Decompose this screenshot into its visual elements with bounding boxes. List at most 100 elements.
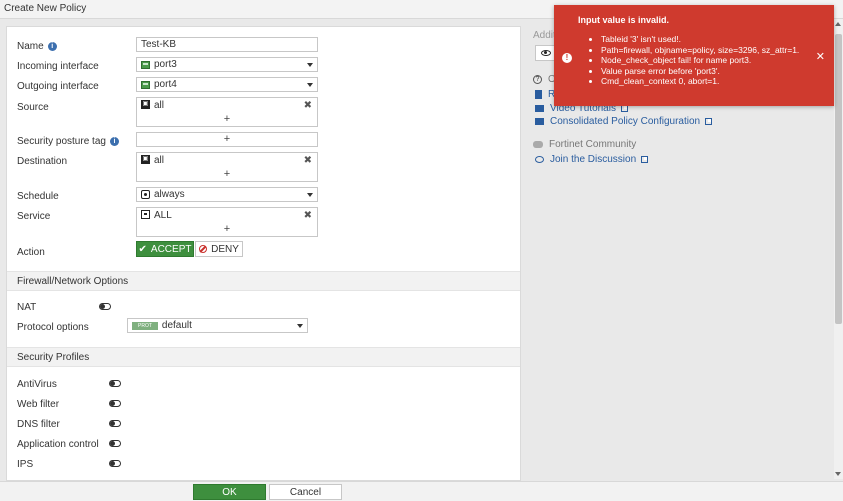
web-filter-row: Web filter: [17, 396, 59, 412]
destination-field[interactable]: ▣ all ✖ +: [136, 152, 318, 182]
chevron-down-icon: [307, 83, 313, 87]
external-link-icon: [620, 105, 628, 112]
destination-value: all: [154, 155, 165, 166]
remove-icon[interactable]: ✖: [304, 100, 312, 111]
footer-bar: OK Cancel: [0, 481, 843, 501]
action-label: Action: [17, 246, 45, 258]
application-control-toggle[interactable]: [109, 440, 121, 447]
outgoing-interface-row: Outgoing interface: [17, 78, 99, 94]
service-icon: [141, 210, 150, 219]
incoming-interface-select[interactable]: port3: [136, 57, 318, 72]
schedule-label: Schedule: [17, 190, 59, 202]
application-control-row: Application control: [17, 436, 99, 452]
protocol-options-row: Protocol options: [17, 319, 89, 335]
community-heading-text: Fortinet Community: [549, 139, 637, 150]
policy-form: Name i Test-KB Incoming interface port3 …: [6, 26, 521, 481]
error-line: Tableid '3' isn't used!.: [601, 34, 817, 45]
chevron-down-icon: [297, 324, 303, 328]
error-icon: !: [562, 53, 572, 63]
eye-icon: [541, 50, 551, 56]
nat-row: NAT: [17, 299, 36, 315]
help-heading: ? O: [533, 74, 556, 85]
antivirus-toggle[interactable]: [109, 380, 121, 387]
service-row: Service: [17, 208, 50, 224]
external-link-icon: [641, 156, 649, 163]
join-discussion-text[interactable]: Join the Discussion: [550, 154, 636, 165]
add-icon[interactable]: +: [224, 223, 230, 235]
chevron-down-icon: [307, 63, 313, 67]
service-label: Service: [17, 210, 51, 222]
action-row: Action: [17, 244, 45, 260]
incoming-interface-value: port3: [154, 59, 177, 70]
additional-info-heading: Addit: [533, 30, 556, 41]
source-row: Source: [17, 99, 49, 115]
info-icon[interactable]: i: [47, 41, 57, 51]
destination-label: Destination: [17, 155, 68, 167]
add-icon[interactable]: +: [224, 168, 230, 180]
check-icon: ✔: [138, 243, 147, 255]
dns-filter-row: DNS filter: [17, 416, 60, 432]
error-toast-title: Input value is invalid.: [578, 15, 670, 25]
chevron-down-icon: [307, 193, 313, 197]
consolidated-policy-link[interactable]: Consolidated Policy Configuration: [535, 116, 713, 127]
deny-button[interactable]: DENY: [195, 241, 243, 257]
book-icon: [535, 90, 542, 99]
service-field[interactable]: ALL ✖ +: [136, 207, 318, 237]
address-icon: ▣: [141, 155, 150, 164]
name-label: Name: [17, 40, 44, 52]
protocol-badge: PROT: [132, 321, 158, 330]
name-input[interactable]: Test-KB: [136, 37, 318, 52]
schedule-value: always: [154, 189, 185, 200]
error-line: Cmd_clean_context 0, abort=1.: [601, 76, 817, 87]
add-icon[interactable]: +: [224, 113, 230, 125]
error-line: Node_check_object fail! for name port3.: [601, 55, 817, 66]
ips-toggle[interactable]: [109, 460, 121, 467]
external-link-icon: [705, 118, 713, 125]
accept-button[interactable]: ✔ ACCEPT: [136, 241, 194, 257]
dns-filter-toggle[interactable]: [109, 420, 121, 427]
nat-label: NAT: [17, 301, 37, 313]
consolidated-policy-text[interactable]: Consolidated Policy Configuration: [550, 116, 700, 127]
antivirus-label: AntiVirus: [17, 378, 57, 390]
scrollbar-thumb[interactable]: [835, 34, 842, 324]
remove-icon[interactable]: ✖: [304, 210, 312, 221]
web-filter-toggle[interactable]: [109, 400, 121, 407]
security-profiles-header: Security Profiles: [7, 347, 520, 367]
video-icon: [535, 105, 544, 112]
close-icon[interactable]: ✕: [816, 50, 825, 63]
security-posture-row: Security posture tag i: [17, 133, 119, 149]
remove-icon[interactable]: ✖: [304, 155, 312, 166]
chat-icon: [535, 156, 544, 163]
web-filter-label: Web filter: [17, 398, 60, 410]
protocol-options-value: default: [161, 320, 192, 331]
community-heading: Fortinet Community: [533, 139, 636, 150]
outgoing-interface-select[interactable]: port4: [136, 77, 318, 92]
dns-filter-label: DNS filter: [17, 418, 60, 430]
scroll-up-icon[interactable]: [835, 22, 841, 26]
documentation-link[interactable]: R: [535, 89, 555, 100]
security-posture-field[interactable]: +: [136, 132, 318, 147]
protocol-options-label: Protocol options: [17, 321, 89, 333]
accept-label: ACCEPT: [150, 243, 192, 255]
protocol-options-select[interactable]: PROT default: [127, 318, 308, 333]
community-icon: [533, 141, 543, 148]
ips-label: IPS: [17, 458, 34, 470]
address-icon: ▣: [141, 100, 150, 109]
schedule-select[interactable]: always: [136, 187, 318, 202]
firewall-options-header: Firewall/Network Options: [7, 271, 520, 291]
incoming-interface-label: Incoming interface: [17, 60, 99, 72]
interface-icon: [141, 80, 150, 89]
source-field[interactable]: ▣ all ✖ +: [136, 97, 318, 127]
join-discussion-link[interactable]: Join the Discussion: [535, 154, 649, 165]
error-line: Path=firewall, objname=policy, size=3296…: [601, 45, 817, 56]
schedule-row: Schedule: [17, 188, 59, 204]
nat-toggle[interactable]: [99, 303, 111, 310]
add-icon[interactable]: +: [224, 133, 230, 145]
cancel-button[interactable]: Cancel: [269, 484, 342, 500]
ok-button[interactable]: OK: [193, 484, 266, 500]
error-toast: Input value is invalid. ! Tableid '3' is…: [554, 5, 834, 106]
scroll-down-icon[interactable]: [835, 472, 841, 476]
info-icon[interactable]: i: [109, 136, 119, 146]
error-details: Tableid '3' isn't used!. Path=firewall, …: [587, 34, 817, 87]
antivirus-row: AntiVirus: [17, 376, 57, 392]
